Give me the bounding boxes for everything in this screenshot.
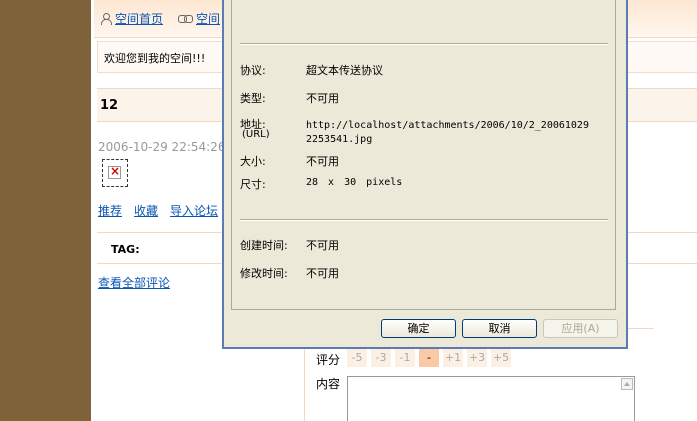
nav-space-link[interactable]: 空间 — [196, 10, 220, 27]
recommend-link[interactable]: 推荐 — [98, 202, 122, 219]
nav-home[interactable]: 空间首页 — [100, 10, 163, 27]
content-label: 内容 — [316, 377, 341, 391]
separator — [240, 219, 608, 221]
rating-option[interactable]: -5 — [347, 349, 367, 367]
type-value: 不可用 — [306, 92, 339, 105]
rating-option[interactable]: +5 — [491, 349, 511, 367]
favorite-link[interactable]: 收藏 — [134, 202, 158, 219]
cancel-button[interactable]: 取消 — [462, 319, 537, 338]
type-label: 类型: — [240, 92, 266, 105]
rating-options: -5 -3 -1 - +1 +3 +5 — [347, 349, 511, 367]
rating-option[interactable]: -1 — [395, 349, 415, 367]
nav-space[interactable]: 空间 — [178, 10, 220, 27]
address-value-line2: 2253541.jpg — [306, 134, 373, 145]
rating-option[interactable]: +3 — [467, 349, 487, 367]
broken-image-icon — [108, 164, 121, 179]
size-label: 大小: — [240, 155, 266, 168]
created-value: 不可用 — [306, 239, 339, 252]
separator — [240, 43, 608, 45]
apply-button[interactable]: 应用(A) — [543, 319, 618, 338]
address-url-label: (URL) — [242, 129, 270, 140]
person-icon — [100, 13, 112, 25]
created-label: 创建时间: — [240, 239, 288, 252]
post-date: 2006-10-29 22:54:26 — [98, 140, 226, 154]
properties-panel: 协议: 超文本传送协议 类型: 不可用 地址: (URL) http://loc… — [231, 0, 616, 310]
rating-option[interactable]: -3 — [371, 349, 391, 367]
broken-image[interactable] — [102, 159, 128, 187]
image-properties-dialog: 协议: 超文本传送协议 类型: 不可用 地址: (URL) http://loc… — [222, 0, 628, 349]
size-value: 不可用 — [306, 155, 339, 168]
rating-option[interactable]: +1 — [443, 349, 463, 367]
dimensions-label: 尺寸: — [240, 178, 266, 191]
left-sidebar-strip — [0, 0, 91, 421]
post-actions: 推荐 收藏 导入论坛 — [98, 202, 218, 219]
protocol-value: 超文本传送协议 — [306, 64, 383, 77]
comment-content-textarea[interactable] — [347, 376, 635, 421]
address-value-line1: http://localhost/attachments/2006/10/2_2… — [306, 120, 589, 131]
nav-home-link[interactable]: 空间首页 — [115, 10, 163, 27]
import-forum-link[interactable]: 导入论坛 — [170, 202, 218, 219]
link-icon — [178, 14, 193, 23]
rating-option-selected[interactable]: - — [419, 349, 439, 367]
welcome-text: 欢迎您到我的空间!!! — [104, 52, 206, 65]
view-all-comments-link[interactable]: 查看全部评论 — [98, 274, 170, 291]
tag-label: TAG: — [111, 243, 140, 256]
dimensions-value: 28 x 30 pixels — [306, 177, 403, 188]
scroll-up-arrow-icon[interactable] — [621, 378, 633, 390]
modified-value: 不可用 — [306, 267, 339, 280]
protocol-label: 协议: — [240, 64, 266, 77]
post-title: 12 — [100, 98, 119, 113]
rating-label: 评分 — [316, 353, 341, 367]
ok-button[interactable]: 确定 — [381, 319, 456, 338]
modified-label: 修改时间: — [240, 267, 288, 280]
